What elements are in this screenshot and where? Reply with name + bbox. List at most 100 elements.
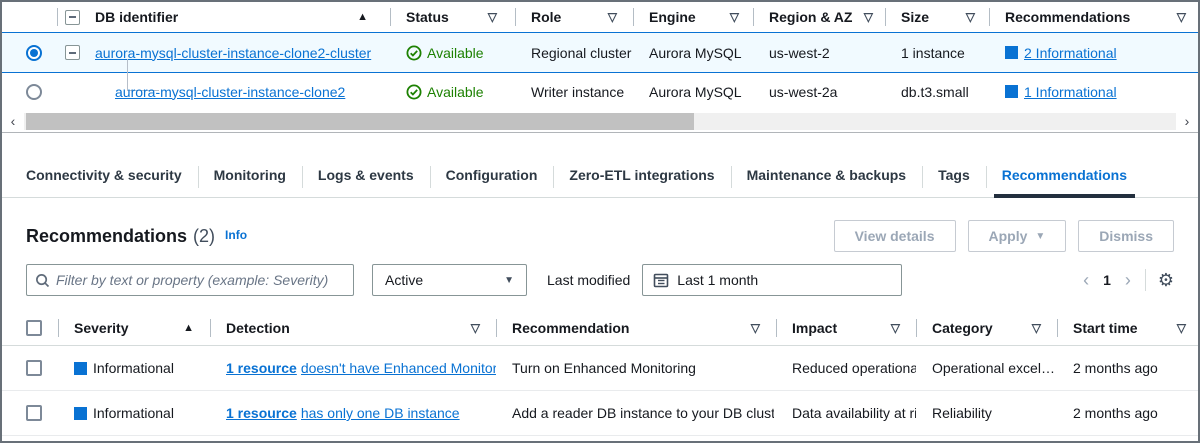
header-divider xyxy=(496,319,497,337)
engine-cell: Aurora MySQL xyxy=(649,84,742,100)
column-header-detection[interactable]: Detection ▽ xyxy=(210,310,496,345)
apply-button[interactable]: Apply ▼ xyxy=(968,220,1067,252)
region-az-cell: us-west-2a xyxy=(769,84,837,100)
collapse-all-toggle[interactable] xyxy=(65,10,80,25)
filter-icon[interactable]: ▽ xyxy=(864,10,873,24)
filter-icon[interactable]: ▽ xyxy=(608,10,617,24)
column-header-size[interactable]: Size ▽ xyxy=(885,2,989,32)
check-circle-icon xyxy=(406,45,422,61)
tab-tags[interactable]: Tags xyxy=(922,155,986,197)
filter-icon[interactable]: ▽ xyxy=(1177,321,1186,335)
calendar-icon xyxy=(653,272,669,288)
header-divider xyxy=(885,8,886,26)
collapse-row-toggle[interactable] xyxy=(65,45,80,60)
toolbar-divider xyxy=(1145,269,1146,291)
sort-asc-icon[interactable]: ▲ xyxy=(183,322,194,334)
row-radio-unselected[interactable] xyxy=(26,84,42,100)
column-label: Detection xyxy=(226,320,290,336)
date-range-picker[interactable]: Last 1 month xyxy=(642,264,902,296)
column-header-recommendation[interactable]: Recommendation ▽ xyxy=(496,310,776,345)
header-divider xyxy=(58,319,59,337)
column-header-start-time[interactable]: Start time ▽ xyxy=(1057,310,1200,345)
page-next-icon[interactable]: › xyxy=(1125,271,1131,289)
gear-icon[interactable]: ⚙ xyxy=(1158,271,1174,289)
header-divider xyxy=(210,319,211,337)
detection-link[interactable]: 1 resource doesn't have Enhanced Monitor… xyxy=(226,360,496,376)
column-header-db-identifier[interactable]: DB identifier ▲ xyxy=(95,2,390,32)
filter-search-input[interactable] xyxy=(56,272,345,288)
header-divider xyxy=(989,8,990,26)
info-link[interactable]: Info xyxy=(225,228,247,242)
scroll-left-icon[interactable]: ‹ xyxy=(2,110,24,133)
sort-asc-icon[interactable]: ▲ xyxy=(357,11,368,23)
status-available: Available xyxy=(406,84,484,100)
filter-icon[interactable]: ▽ xyxy=(966,10,975,24)
filter-icon[interactable]: ▽ xyxy=(730,10,739,24)
column-header-impact[interactable]: Impact ▽ xyxy=(776,310,916,345)
column-label: Role xyxy=(531,9,561,25)
column-label: Status xyxy=(406,9,449,25)
status-filter-value: Active xyxy=(385,272,423,288)
search-icon xyxy=(35,273,50,288)
scrollbar-track[interactable] xyxy=(24,113,1176,130)
start-time-cell: 2 months ago xyxy=(1073,405,1158,421)
db-instances-table: DB identifier ▲ Status ▽ Role ▽ Engine ▽… xyxy=(2,2,1198,133)
recommendations-link[interactable]: 2 Informational xyxy=(1024,45,1117,61)
column-header-severity[interactable]: Severity ▲ xyxy=(58,310,210,345)
tab-maintenance-backups[interactable]: Maintenance & backups xyxy=(731,155,923,197)
db-table-header-row: DB identifier ▲ Status ▽ Role ▽ Engine ▽… xyxy=(2,2,1198,32)
column-header-category[interactable]: Category ▽ xyxy=(916,310,1057,345)
select-all-checkbox[interactable] xyxy=(26,320,42,336)
view-details-button[interactable]: View details xyxy=(834,220,956,252)
scrollbar-thumb[interactable] xyxy=(26,113,694,130)
column-header-role[interactable]: Role ▽ xyxy=(515,2,633,32)
filter-search-box[interactable] xyxy=(26,264,354,296)
tab-recommendations[interactable]: Recommendations xyxy=(986,155,1143,197)
tab-zero-etl-integrations[interactable]: Zero-ETL integrations xyxy=(553,155,730,197)
column-header-region-az[interactable]: Region & AZ ▽ xyxy=(753,2,885,32)
recommendation-row[interactable]: Informational 1 resource doesn't have En… xyxy=(2,346,1198,391)
region-az-cell: us-west-2 xyxy=(769,45,830,61)
header-divider xyxy=(776,319,777,337)
horizontal-scrollbar[interactable]: ‹ › xyxy=(2,110,1198,133)
page-prev-icon[interactable]: ‹ xyxy=(1083,271,1089,289)
tab-monitoring[interactable]: Monitoring xyxy=(198,155,302,197)
recommendation-row[interactable]: Informational 1 resource has only one DB… xyxy=(2,391,1198,436)
recommendations-link[interactable]: 1 Informational xyxy=(1024,84,1117,100)
dismiss-button[interactable]: Dismiss xyxy=(1078,220,1174,252)
filter-icon[interactable]: ▽ xyxy=(471,321,480,335)
column-header-status[interactable]: Status ▽ xyxy=(390,2,515,32)
rds-databases-panel: DB identifier ▲ Status ▽ Role ▽ Engine ▽… xyxy=(0,0,1200,443)
row-checkbox[interactable] xyxy=(26,360,42,376)
pagination: ‹ 1 › xyxy=(1083,271,1131,289)
status-filter-select[interactable]: Active ▼ xyxy=(372,264,527,296)
column-header-recommendations[interactable]: Recommendations ▽ xyxy=(989,2,1200,32)
row-radio-selected[interactable] xyxy=(26,45,42,61)
header-divider xyxy=(57,8,58,26)
db-row-cluster[interactable]: aurora-mysql-cluster-instance-clone2-clu… xyxy=(2,32,1198,73)
filter-icon[interactable]: ▽ xyxy=(1177,10,1186,24)
column-label: DB identifier xyxy=(95,9,178,25)
filter-icon[interactable]: ▽ xyxy=(891,321,900,335)
db-row-instance[interactable]: aurora-mysql-cluster-instance-clone2 Ava… xyxy=(2,73,1198,110)
header-divider xyxy=(753,8,754,26)
column-header-engine[interactable]: Engine ▽ xyxy=(633,2,753,32)
filter-icon[interactable]: ▽ xyxy=(488,10,497,24)
page-number[interactable]: 1 xyxy=(1103,272,1111,288)
panel-count: (2) xyxy=(193,226,215,247)
caret-down-icon: ▼ xyxy=(1035,231,1045,242)
row-checkbox[interactable] xyxy=(26,405,42,421)
detection-link[interactable]: 1 resource has only one DB instance xyxy=(226,405,460,421)
tab-connectivity-security[interactable]: Connectivity & security xyxy=(10,155,198,197)
filter-icon[interactable]: ▽ xyxy=(1032,321,1041,335)
role-cell: Regional cluster xyxy=(531,45,631,61)
filter-icon[interactable]: ▽ xyxy=(751,321,760,335)
db-identifier-link[interactable]: aurora-mysql-cluster-instance-clone2 xyxy=(115,84,345,100)
column-label: Size xyxy=(901,9,929,25)
impact-cell: Data availability at risk xyxy=(792,405,916,421)
recommendation-cell: Add a reader DB instance to your DB clus… xyxy=(512,405,774,421)
scroll-right-icon[interactable]: › xyxy=(1176,110,1198,133)
detail-tabs: Connectivity & security Monitoring Logs … xyxy=(2,155,1198,198)
tab-configuration[interactable]: Configuration xyxy=(430,155,554,197)
tab-logs-events[interactable]: Logs & events xyxy=(302,155,430,197)
